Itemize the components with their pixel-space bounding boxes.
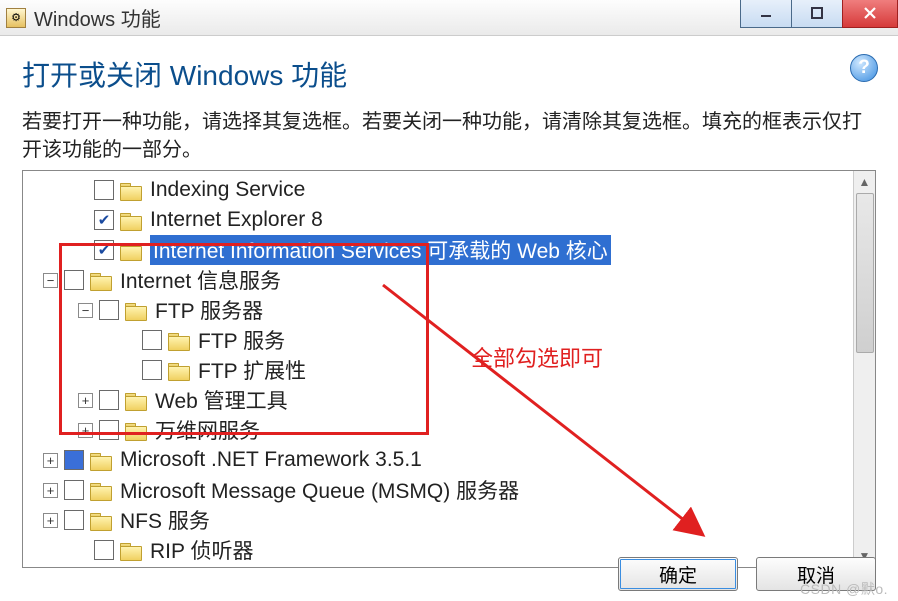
feature-label: Internet 信息服务 — [120, 265, 281, 295]
feature-label: Web 管理工具 — [155, 385, 288, 415]
tree-row[interactable]: + Web 管理工具 — [23, 385, 875, 415]
feature-tree: Indexing Service Internet Explorer 8 Inter… — [23, 171, 875, 568]
feature-label: Microsoft Message Queue (MSMQ) 服务器 — [120, 475, 519, 505]
feature-label: 万维网服务 — [155, 415, 260, 445]
vertical-scrollbar[interactable]: ▲ ▼ — [853, 171, 875, 567]
folder-icon — [90, 481, 112, 499]
folder-icon — [120, 541, 142, 559]
expand-icon[interactable]: + — [78, 423, 93, 438]
feature-label: FTP 服务 — [198, 325, 285, 355]
feature-label: Microsoft .NET Framework 3.5.1 — [120, 448, 422, 472]
feature-checkbox[interactable] — [64, 510, 84, 530]
feature-label: Internet Explorer 8 — [150, 208, 323, 232]
dialog-description: 若要打开一种功能，请选择其复选框。若要关闭一种功能，请清除其复选框。填充的框表示… — [22, 108, 876, 164]
window-title: Windows 功能 — [34, 3, 161, 32]
tree-row[interactable]: + Microsoft .NET Framework 3.5.1 — [23, 445, 875, 475]
tree-row[interactable]: Indexing Service — [23, 175, 875, 205]
tree-row[interactable]: + Microsoft Message Queue (MSMQ) 服务器 — [23, 475, 875, 505]
feature-label: NFS 服务 — [120, 505, 210, 535]
expand-icon[interactable]: + — [43, 513, 58, 528]
scroll-up-icon[interactable]: ▲ — [854, 171, 876, 193]
feature-checkbox[interactable] — [94, 240, 114, 260]
folder-icon — [90, 271, 112, 289]
folder-icon — [120, 181, 142, 199]
feature-label: RIP 侦听器 — [150, 535, 253, 565]
window-controls — [741, 0, 898, 28]
tree-row[interactable]: + 万维网服务 — [23, 415, 875, 445]
folder-icon — [90, 451, 112, 469]
expand-icon[interactable]: + — [43, 453, 58, 468]
feature-label: Internet Information Services 可承载的 Web 核… — [150, 235, 611, 265]
feature-checkbox[interactable] — [142, 330, 162, 350]
titlebar: ⚙ Windows 功能 — [0, 0, 898, 36]
tree-row[interactable]: Internet Information Services 可承载的 Web 核… — [23, 235, 875, 265]
feature-checkbox[interactable] — [64, 480, 84, 500]
expand-icon[interactable]: + — [78, 393, 93, 408]
collapse-icon[interactable]: − — [78, 303, 93, 318]
folder-icon — [125, 421, 147, 439]
folder-icon — [168, 331, 190, 349]
help-icon[interactable]: ? — [850, 54, 878, 82]
feature-checkbox[interactable] — [99, 420, 119, 440]
tree-row[interactable]: + NFS 服务 — [23, 505, 875, 535]
feature-checkbox[interactable] — [99, 300, 119, 320]
feature-checkbox[interactable] — [94, 540, 114, 560]
feature-label: Indexing Service — [150, 178, 305, 202]
feature-tree-container: Indexing Service Internet Explorer 8 Inter… — [22, 170, 876, 568]
tree-row[interactable]: FTP 扩展性 — [23, 355, 875, 385]
feature-checkbox[interactable] — [99, 390, 119, 410]
folder-icon — [120, 211, 142, 229]
folder-icon — [168, 361, 190, 379]
maximize-button[interactable] — [791, 0, 843, 28]
scroll-thumb[interactable] — [856, 193, 874, 353]
folder-icon — [125, 391, 147, 409]
feature-checkbox[interactable] — [142, 360, 162, 380]
feature-label: FTP 服务器 — [155, 295, 263, 325]
folder-icon — [90, 511, 112, 529]
tree-row[interactable]: − Internet 信息服务 — [23, 265, 875, 295]
minimize-button[interactable] — [740, 0, 792, 28]
tree-row[interactable]: Internet Explorer 8 — [23, 205, 875, 235]
feature-checkbox[interactable] — [94, 210, 114, 230]
expand-icon[interactable]: + — [43, 483, 58, 498]
dialog-heading: 打开或关闭 Windows 功能 — [22, 54, 876, 94]
collapse-icon[interactable]: − — [43, 273, 58, 288]
watermark: CSDN @默o. — [800, 579, 888, 599]
feature-checkbox[interactable] — [64, 270, 84, 290]
ok-button[interactable]: 确定 — [618, 557, 738, 591]
feature-label: FTP 扩展性 — [198, 355, 306, 385]
tree-row[interactable]: FTP 服务 — [23, 325, 875, 355]
app-icon: ⚙ — [6, 8, 26, 28]
dialog-content: ? 打开或关闭 Windows 功能 若要打开一种功能，请选择其复选框。若要关闭… — [0, 36, 898, 164]
close-button[interactable] — [842, 0, 898, 28]
folder-icon — [125, 301, 147, 319]
feature-checkbox[interactable] — [94, 180, 114, 200]
feature-checkbox[interactable] — [64, 450, 84, 470]
folder-icon — [120, 241, 142, 259]
tree-row[interactable]: − FTP 服务器 — [23, 295, 875, 325]
